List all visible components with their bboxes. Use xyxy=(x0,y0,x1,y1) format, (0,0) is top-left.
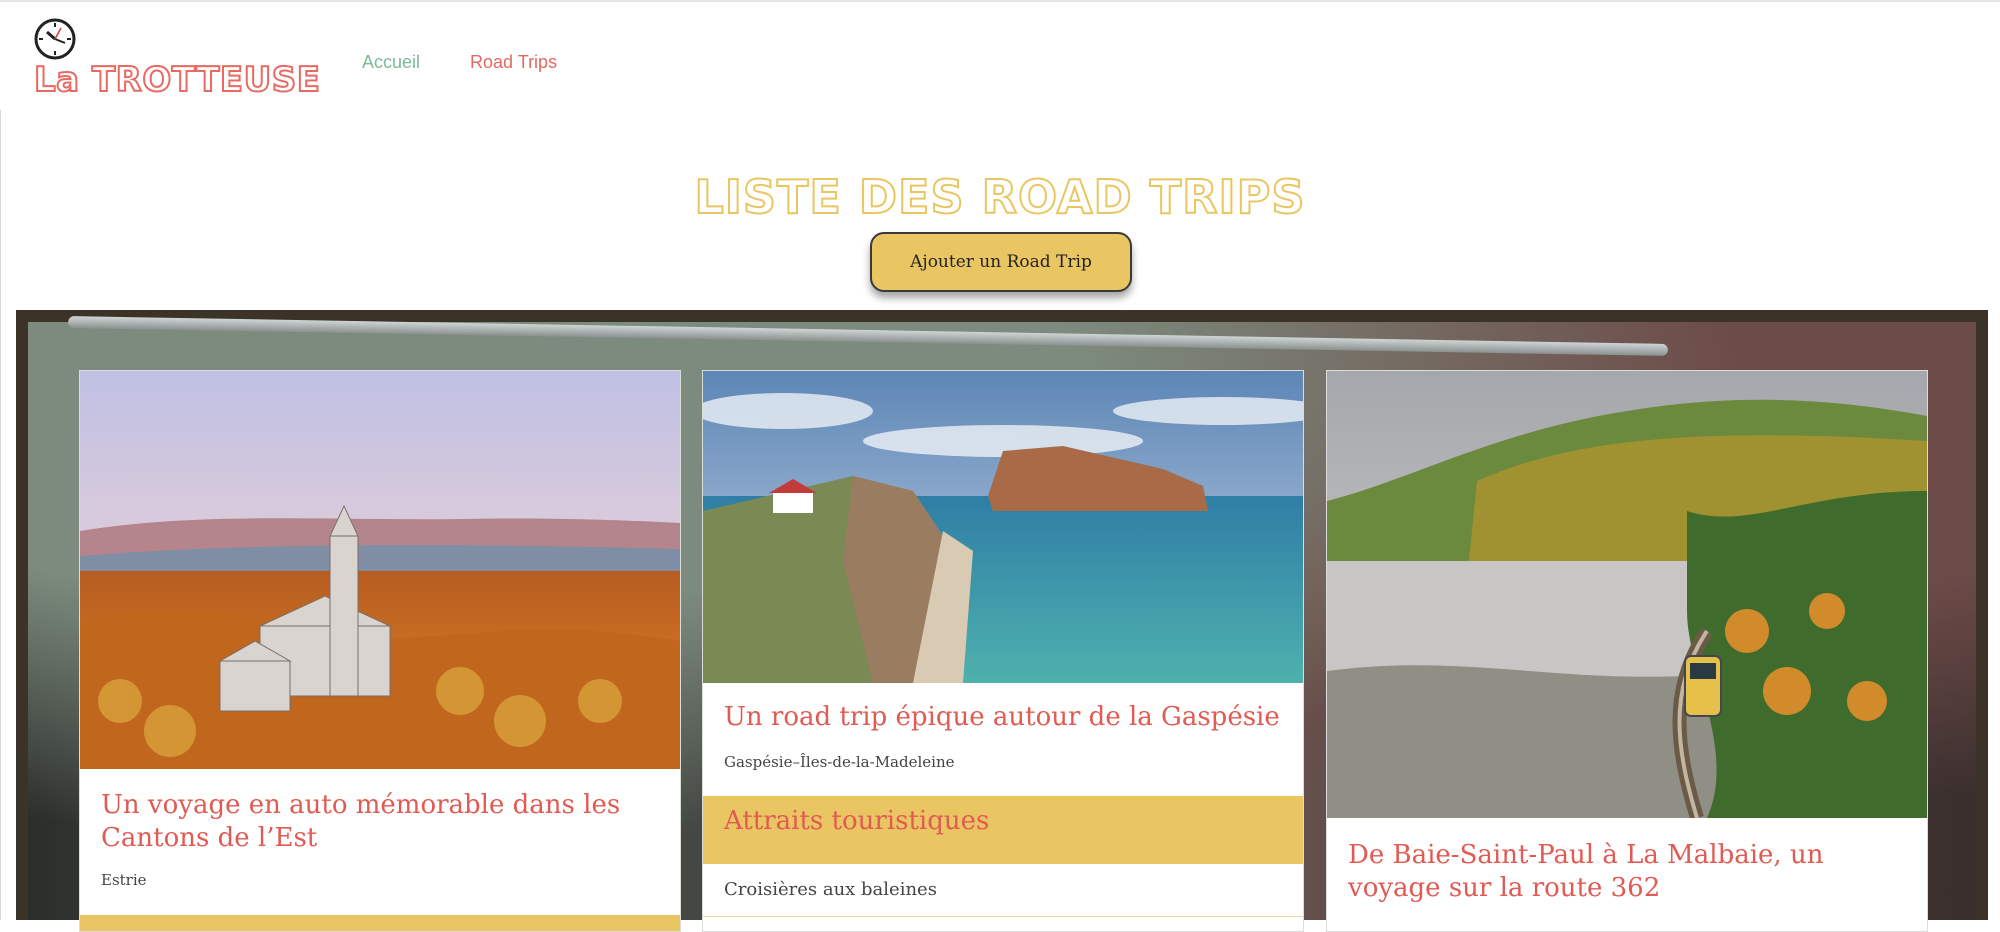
card-title[interactable]: De Baie-Saint-Paul à La Malbaie, un voya… xyxy=(1348,839,1908,905)
card-image xyxy=(1327,371,1927,818)
card-title[interactable]: Un road trip épique autour de la Gaspési… xyxy=(724,701,1284,734)
board-rail xyxy=(68,316,1668,356)
attractions-title: Attraits touristiques xyxy=(724,806,990,836)
attractions-header: Attraits touristiques xyxy=(703,796,1303,864)
brand-logo[interactable]: La TROTTEUSE xyxy=(33,59,321,101)
main-nav: Accueil Road Trips xyxy=(362,52,557,73)
item-separator xyxy=(703,916,1303,917)
roadtrip-card[interactable]: De Baie-Saint-Paul à La Malbaie, un voya… xyxy=(1326,370,1928,932)
brand-post: TROTTEUSE xyxy=(91,59,321,101)
site-header: La TROTTEUSE Accueil Road Trips xyxy=(0,2,2000,110)
card-title[interactable]: Un voyage en auto mémorable dans les Can… xyxy=(101,789,661,855)
card-image xyxy=(80,371,680,769)
add-roadtrip-button[interactable]: Ajouter un Road Trip xyxy=(870,232,1132,292)
card-band xyxy=(80,915,680,931)
card-region: Gaspésie–Îles-de-la-Madeleine xyxy=(724,753,955,771)
page-title: Liste des road trips xyxy=(694,169,1306,225)
card-region: Estrie xyxy=(101,871,147,889)
roadtrip-card[interactable]: Un voyage en auto mémorable dans les Can… xyxy=(79,370,681,932)
clock-icon[interactable] xyxy=(34,18,76,60)
roadtrip-card[interactable]: Un road trip épique autour de la Gaspési… xyxy=(702,370,1304,932)
nav-roadtrips-link[interactable]: Road Trips xyxy=(470,52,557,73)
brand-pre: La xyxy=(33,59,80,101)
card-image xyxy=(703,371,1303,683)
left-divider xyxy=(0,110,1,920)
attraction-item[interactable]: Croisières aux baleines xyxy=(724,879,937,900)
nav-home-link[interactable]: Accueil xyxy=(362,52,420,73)
